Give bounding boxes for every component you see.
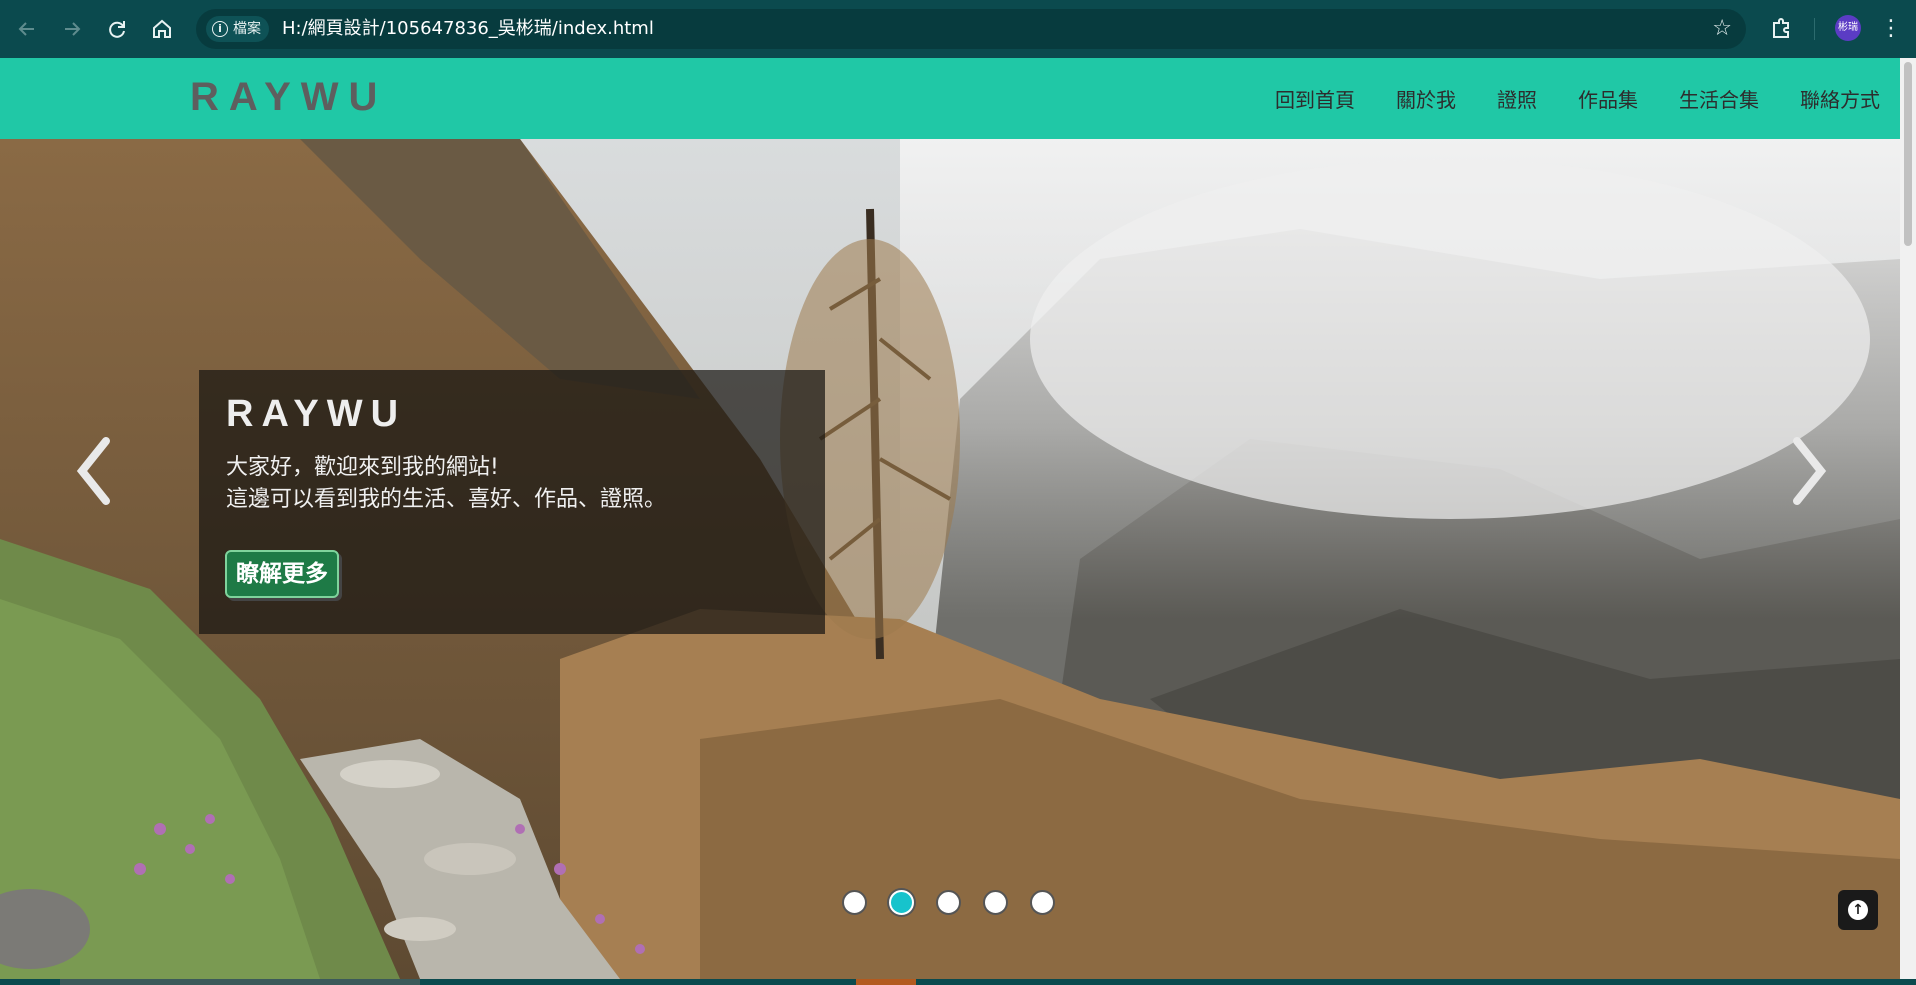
home-button[interactable]: [147, 14, 177, 44]
arrow-left-icon: [18, 22, 34, 36]
site-navbar: RAYWU 回到首頁 關於我 證照 作品集 生活合集 聯絡方式: [0, 58, 1900, 139]
profile-avatar[interactable]: 彬瑞: [1835, 15, 1861, 41]
puzzle-icon: [1773, 18, 1789, 38]
back-to-top-button[interactable]: ↑: [1838, 890, 1878, 930]
chevron-right-icon: [1793, 437, 1827, 505]
forward-button[interactable]: [57, 14, 87, 44]
hero-greeting: 大家好，歡迎來到我的網站!: [226, 455, 499, 480]
site-info-label: 檔案: [233, 21, 261, 37]
brand-logo[interactable]: RAYWU: [190, 74, 387, 120]
browser-toolbar: i 檔案 H:/網頁設計/105647836_吳彬瑞/index.html ☆ …: [0, 0, 1916, 58]
menu-item-certificates[interactable]: 證照: [1497, 84, 1537, 113]
arrow-right-icon: [65, 22, 81, 36]
url-text[interactable]: H:/網頁設計/105647836_吳彬瑞/index.html: [282, 9, 654, 49]
hero-title: RAYWU: [226, 393, 407, 435]
site-info-chip[interactable]: i 檔案: [206, 16, 269, 42]
back-button[interactable]: [12, 14, 42, 44]
taskbar-segment: [60, 979, 420, 985]
hero-description: 這邊可以看到我的生活、喜好、作品、證照。: [226, 487, 667, 512]
reload-button[interactable]: [102, 14, 132, 44]
menu-item-life[interactable]: 生活合集: [1679, 84, 1759, 113]
menu-item-home[interactable]: 回到首頁: [1275, 84, 1355, 113]
carousel-indicators: [842, 890, 1055, 915]
bookmark-star-icon[interactable]: ☆: [1712, 9, 1732, 49]
page-scrollbar[interactable]: [1900, 58, 1916, 979]
scrollbar-thumb[interactable]: [1904, 62, 1912, 246]
carousel-next-button[interactable]: [1787, 435, 1831, 507]
carousel-prev-button[interactable]: [72, 435, 116, 507]
carousel-dot-3[interactable]: [936, 890, 961, 915]
main-menu: 回到首頁 關於我 證照 作品集 生活合集 聯絡方式: [1275, 58, 1880, 139]
taskbar-strip: [0, 979, 1916, 985]
reload-icon: [109, 21, 125, 38]
chevron-left-icon: [76, 437, 110, 505]
address-bar[interactable]: i 檔案 H:/網頁設計/105647836_吳彬瑞/index.html ☆: [196, 9, 1746, 49]
menu-item-about[interactable]: 關於我: [1396, 84, 1456, 113]
carousel-dot-1[interactable]: [842, 890, 867, 915]
home-icon: [153, 19, 171, 38]
carousel-dot-5[interactable]: [1030, 890, 1055, 915]
arrow-up-icon: ↑: [1848, 900, 1868, 920]
menu-item-portfolio[interactable]: 作品集: [1578, 84, 1638, 113]
taskbar-segment-active: [856, 979, 916, 985]
carousel-dot-4[interactable]: [983, 890, 1008, 915]
extensions-button[interactable]: [1766, 13, 1796, 43]
carousel-dot-2[interactable]: [889, 890, 914, 915]
toolbar-divider: [1814, 18, 1815, 40]
more-menu-icon[interactable]: ⋮: [1880, 14, 1902, 44]
hero-carousel: RAYWU 大家好，歡迎來到我的網站! 這邊可以看到我的生活、喜好、作品、證照。…: [0, 139, 1900, 979]
menu-item-contact[interactable]: 聯絡方式: [1800, 84, 1880, 113]
learn-more-button[interactable]: 瞭解更多: [225, 550, 339, 598]
hero-caption-box: RAYWU 大家好，歡迎來到我的網站! 這邊可以看到我的生活、喜好、作品、證照。…: [199, 370, 825, 634]
page-viewport: RAYWU 回到首頁 關於我 證照 作品集 生活合集 聯絡方式 RAYWU 大家…: [0, 58, 1900, 979]
info-icon: i: [212, 21, 228, 37]
